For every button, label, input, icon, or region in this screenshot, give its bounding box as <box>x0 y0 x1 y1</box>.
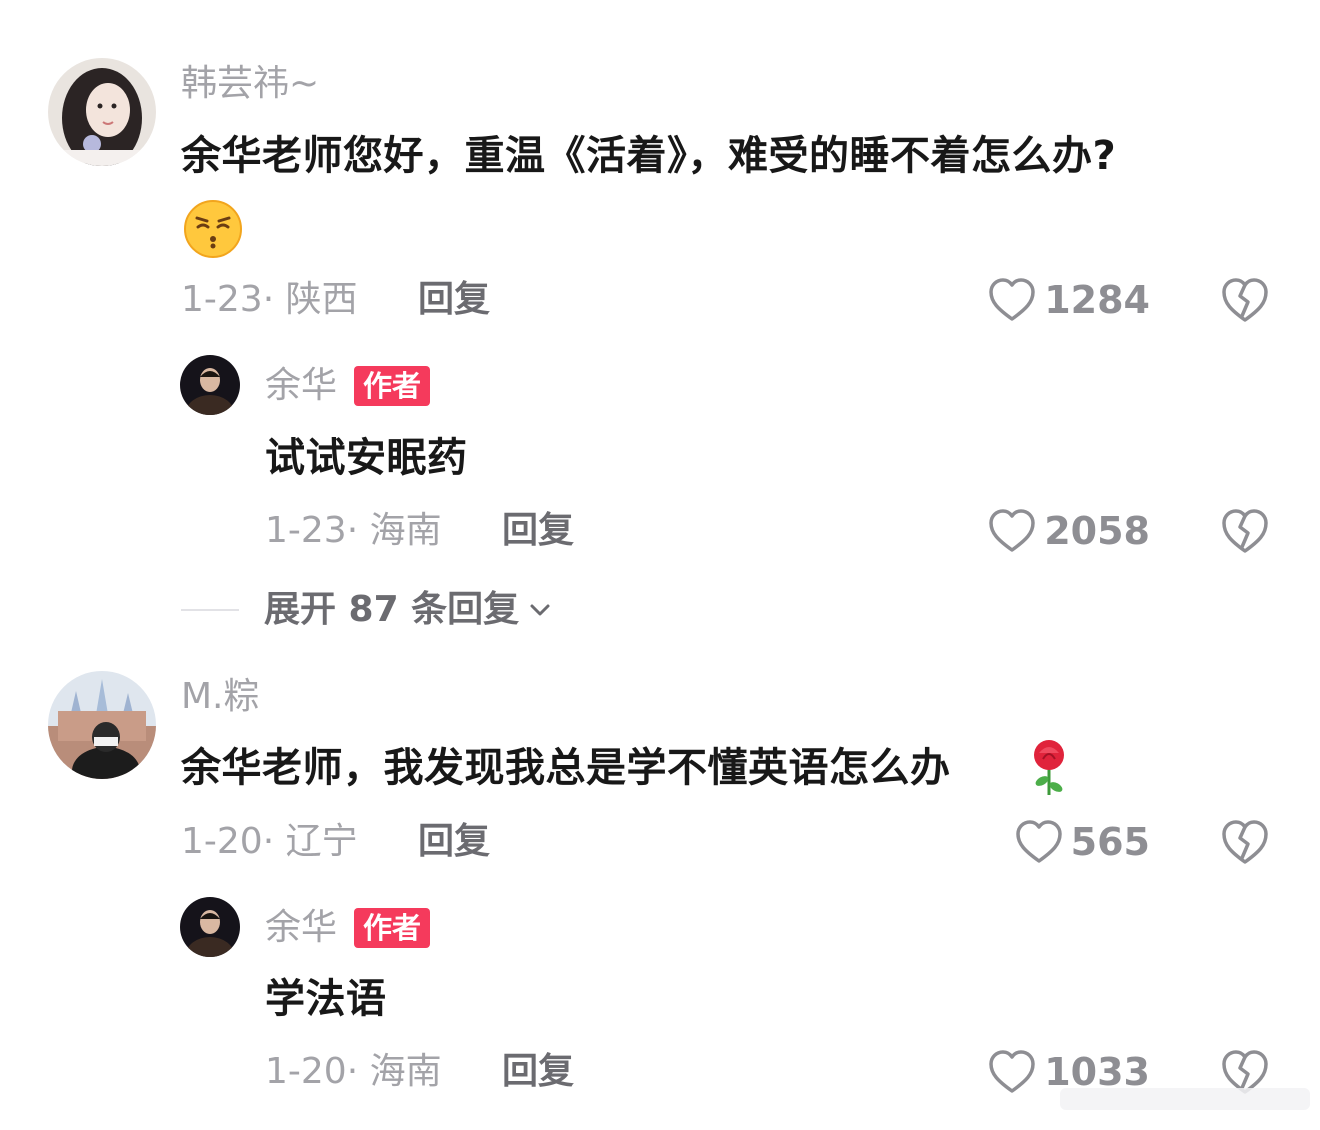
author-avatar[interactable] <box>180 355 240 415</box>
user-avatar-image <box>48 671 156 779</box>
divider <box>181 609 239 611</box>
broken-heart-icon <box>1222 820 1268 864</box>
comment-username[interactable]: M.粽 <box>181 677 260 717</box>
reply-date-region: 1-20· 海南 <box>265 1051 442 1092</box>
dislike-button[interactable] <box>1220 818 1270 866</box>
like-button[interactable]: 2058 <box>988 506 1150 556</box>
avatar[interactable] <box>48 58 156 166</box>
reply-button[interactable]: 回复 <box>418 822 490 862</box>
broken-heart-icon <box>1222 278 1268 322</box>
comment-date-region: 1-20· 辽宁 <box>181 821 358 862</box>
author-avatar-image <box>180 355 240 415</box>
comment-date-region: 1-23· 陕西 <box>181 279 358 320</box>
like-button[interactable]: 565 <box>1015 817 1150 867</box>
comment-text: 余华老师，我发现我总是学不懂英语怎么办 <box>181 745 951 791</box>
expand-replies-label: 展开 87 条回复 <box>264 589 520 630</box>
author-avatar[interactable] <box>180 897 240 957</box>
chevron-down-icon <box>530 604 550 616</box>
heart-outline-icon <box>989 509 1035 552</box>
comment-text: 余华老师您好，重温《活着》，难受的睡不着怎么办? <box>181 133 1117 179</box>
heart-outline-icon <box>1015 820 1062 863</box>
author-badge: 作者 <box>354 908 431 948</box>
reply-button[interactable]: 回复 <box>502 511 574 551</box>
like-count: 2058 <box>1044 509 1150 553</box>
watermark <box>1060 1084 1310 1114</box>
dislike-button[interactable] <box>1220 276 1270 324</box>
reply-text: 试试安眠药 <box>265 435 468 481</box>
author-avatar-image <box>180 897 240 957</box>
reply-button[interactable]: 回复 <box>418 280 490 320</box>
rose-emoji <box>1025 737 1073 797</box>
reply-username[interactable]: 余华 <box>265 366 337 406</box>
dislike-button[interactable] <box>1220 507 1270 555</box>
reply-text: 学法语 <box>265 976 387 1022</box>
broken-heart-icon <box>1222 509 1268 553</box>
user-avatar-image <box>48 58 156 166</box>
reply-username[interactable]: 余华 <box>265 908 337 948</box>
author-badge: 作者 <box>354 366 431 406</box>
reply-date-region: 1-23· 海南 <box>265 510 442 551</box>
heart-outline-icon <box>989 1050 1035 1093</box>
like-count: 565 <box>1070 820 1150 864</box>
heart-outline-icon <box>989 278 1035 321</box>
comment-username[interactable]: 韩芸祎~ <box>181 64 319 104</box>
like-count: 1284 <box>1044 278 1150 322</box>
expand-replies-button[interactable]: 展开 87 条回复 <box>264 588 553 632</box>
reply-button[interactable]: 回复 <box>502 1052 574 1092</box>
like-button[interactable]: 1284 <box>988 275 1150 325</box>
sleepless-face-emoji <box>183 199 243 259</box>
avatar[interactable] <box>48 671 156 779</box>
